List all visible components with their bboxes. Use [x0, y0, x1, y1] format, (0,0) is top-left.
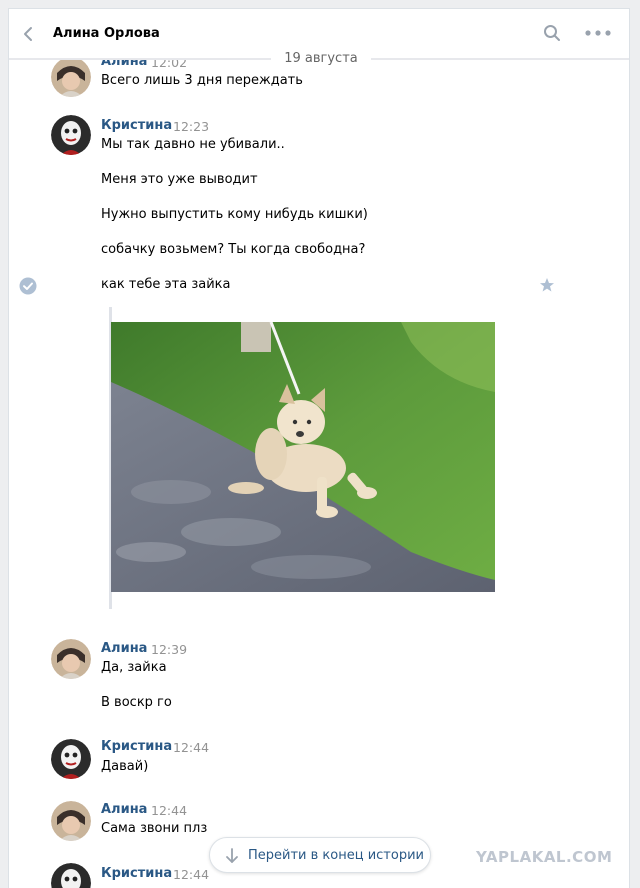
- arrow-down-icon: [226, 848, 238, 863]
- search-icon[interactable]: [543, 24, 561, 42]
- scroll-to-end-label: Перейти в конец истории: [248, 848, 424, 863]
- chat-title[interactable]: Алина Орлова: [53, 26, 160, 41]
- message-time: 12:44: [151, 803, 188, 818]
- message-text: Нужно выпустить кому нибудь кишки): [101, 207, 368, 222]
- check-circle-icon[interactable]: [19, 277, 37, 295]
- message-text: В воскр го: [101, 695, 172, 710]
- avatar[interactable]: [51, 115, 91, 155]
- message-author[interactable]: Алина: [101, 641, 147, 656]
- avatar[interactable]: [51, 801, 91, 841]
- message-author[interactable]: Алина: [101, 802, 147, 817]
- avatar[interactable]: [51, 863, 91, 888]
- avatar[interactable]: [51, 739, 91, 779]
- message-author[interactable]: Кристина: [101, 866, 172, 881]
- date-separator-line-left: [9, 59, 271, 60]
- date-separator-line-right: [371, 59, 629, 60]
- dog-photo[interactable]: [111, 322, 495, 592]
- star-icon[interactable]: [539, 277, 555, 293]
- message-author[interactable]: Кристина: [101, 118, 172, 133]
- avatar[interactable]: [51, 639, 91, 679]
- message-time: 12:44: [173, 740, 210, 755]
- message-text: Давай): [101, 759, 149, 774]
- message-time: 12:23: [173, 119, 210, 134]
- message-text: Мы так давно не убивали..: [101, 137, 285, 152]
- message-author[interactable]: Кристина: [101, 739, 172, 754]
- more-dots-icon[interactable]: [583, 24, 613, 42]
- message-text: Меня это уже выводит: [101, 172, 258, 187]
- message-time: 12:39: [151, 642, 188, 657]
- message-text: как тебе эта зайка: [101, 277, 231, 292]
- watermark-logo: YAPLAKAL.COM: [476, 848, 613, 866]
- message-text: собачку возьмем? Ты когда свободна?: [101, 242, 366, 257]
- message-text: Да, зайка: [101, 660, 167, 675]
- chevron-left-icon[interactable]: [21, 25, 37, 43]
- date-separator-label: 19 августа: [271, 49, 371, 68]
- chat-window: Алина Орлова 19 августа Алина 12:02 Всег…: [8, 8, 630, 888]
- message-time: 12:44: [173, 867, 210, 882]
- scroll-to-end-button[interactable]: Перейти в конец истории: [209, 837, 431, 873]
- date-separator: 19 августа: [9, 49, 629, 77]
- message-text: Сама звони плз: [101, 821, 208, 836]
